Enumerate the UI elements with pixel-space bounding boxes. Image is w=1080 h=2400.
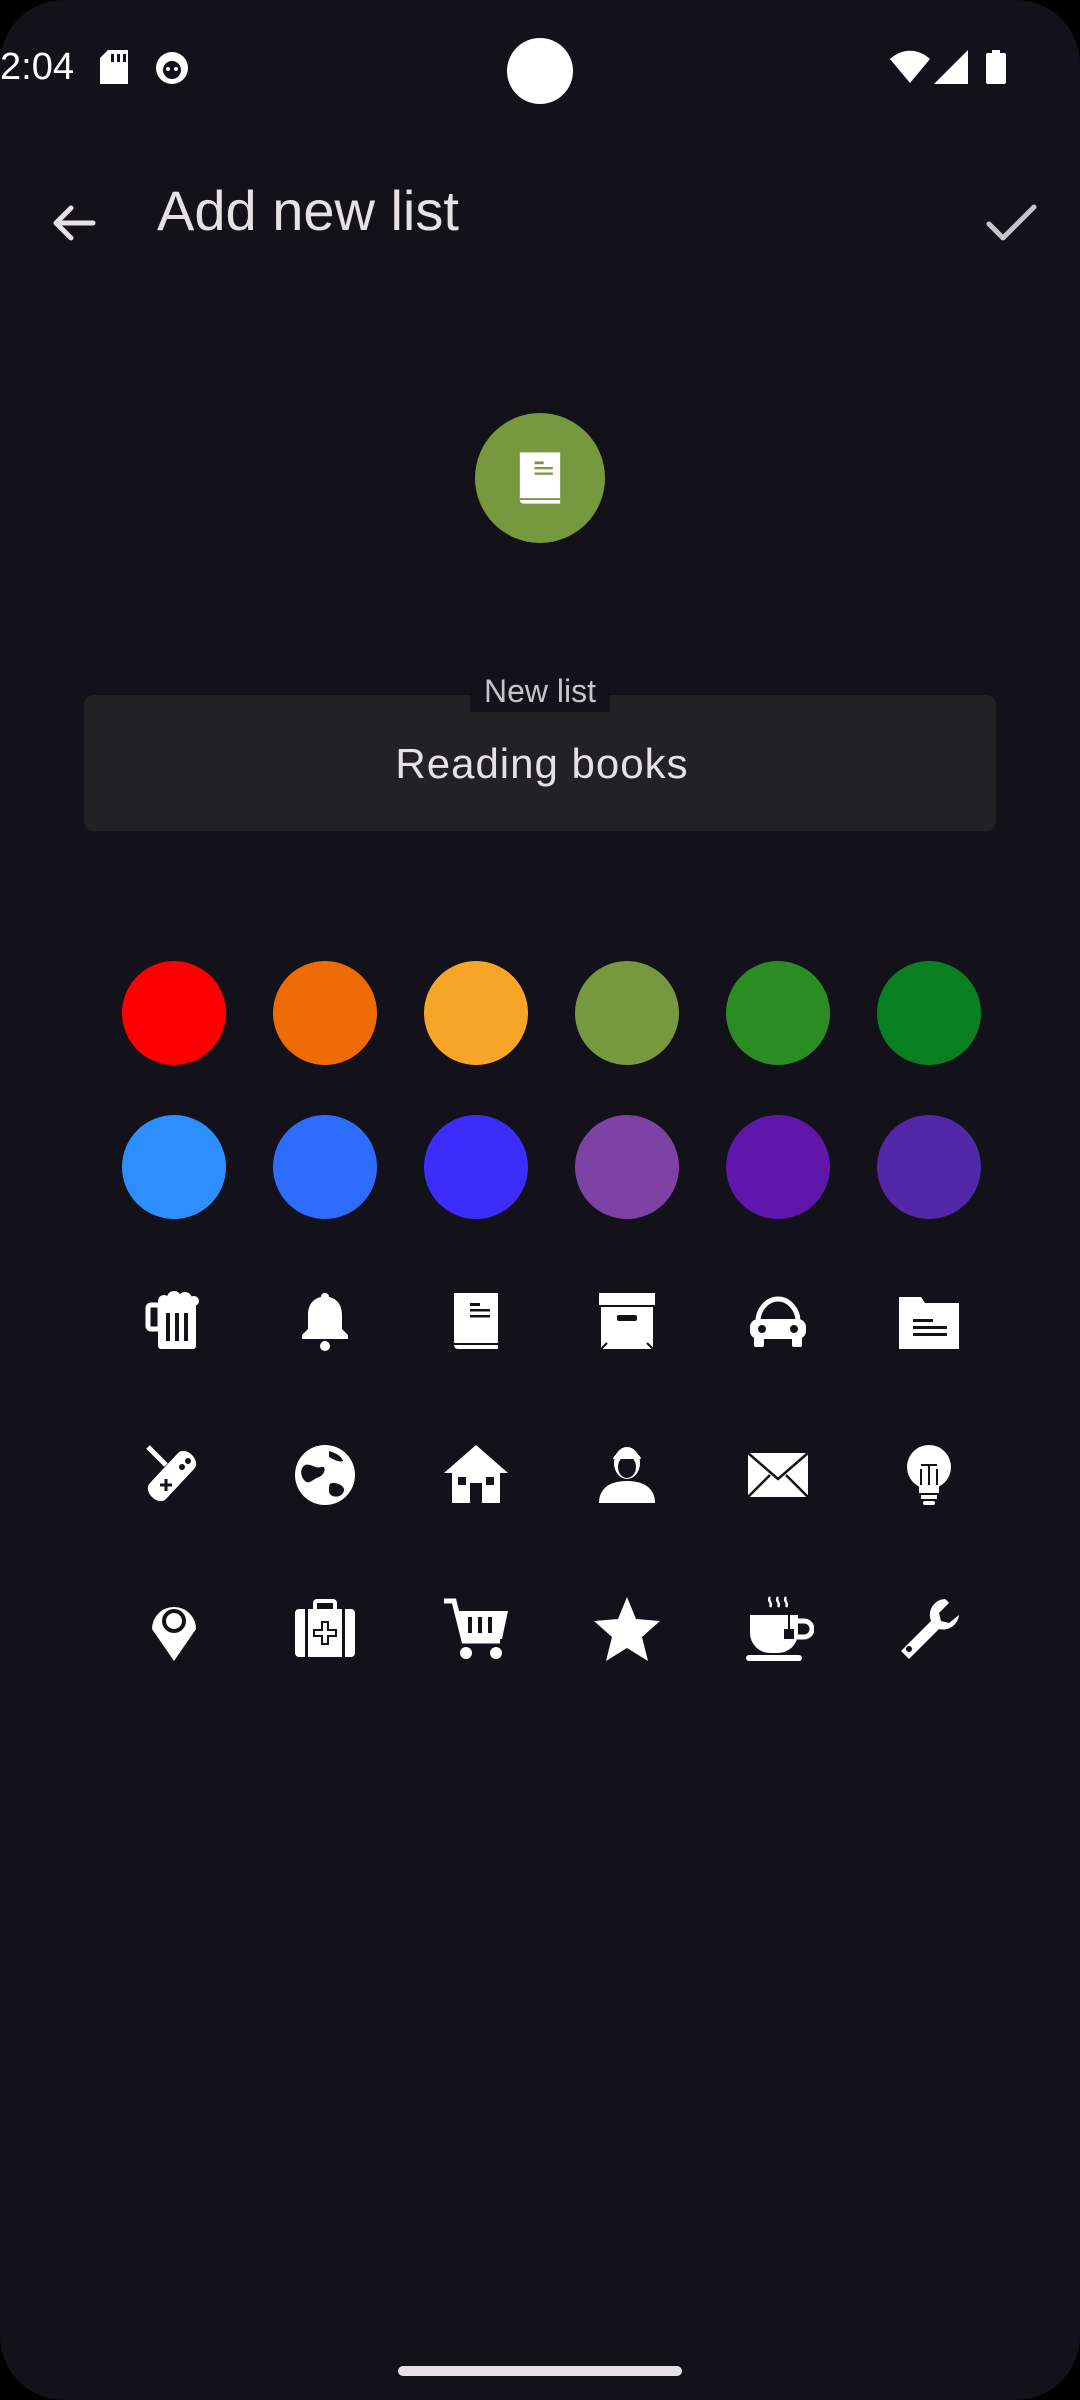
car-icon bbox=[749, 1296, 806, 1347]
icon-option[interactable] bbox=[551, 1552, 702, 1706]
icon-option[interactable] bbox=[853, 1398, 1004, 1552]
color-option[interactable] bbox=[400, 1090, 551, 1244]
sd-card-icon bbox=[100, 50, 128, 88]
color-swatch bbox=[574, 961, 679, 1065]
color-option[interactable] bbox=[98, 936, 249, 1090]
color-option[interactable] bbox=[853, 1090, 1004, 1244]
icon-option[interactable] bbox=[400, 1552, 551, 1706]
person-icon bbox=[598, 1447, 655, 1503]
color-option[interactable] bbox=[853, 936, 1004, 1090]
icon-option[interactable] bbox=[98, 1398, 249, 1552]
save-button[interactable] bbox=[968, 180, 1054, 266]
beer-icon bbox=[145, 1291, 199, 1349]
icon-option[interactable] bbox=[551, 1244, 702, 1398]
shopping-cart-icon bbox=[443, 1598, 508, 1659]
icon-option[interactable] bbox=[249, 1244, 400, 1398]
list-icon-preview bbox=[475, 413, 605, 543]
color-option[interactable] bbox=[551, 936, 702, 1090]
home-icon bbox=[443, 1445, 508, 1503]
color-swatch bbox=[876, 1115, 981, 1219]
picker-grid bbox=[98, 936, 982, 1706]
lightbulb-icon bbox=[906, 1445, 951, 1505]
folder-icon bbox=[898, 1297, 959, 1349]
color-option[interactable] bbox=[551, 1090, 702, 1244]
wrench-icon bbox=[900, 1599, 959, 1659]
color-option[interactable] bbox=[400, 936, 551, 1090]
color-option[interactable] bbox=[98, 1090, 249, 1244]
color-swatch bbox=[272, 1115, 377, 1219]
color-option[interactable] bbox=[702, 936, 853, 1090]
color-swatch bbox=[876, 961, 981, 1065]
home-indicator[interactable] bbox=[398, 2366, 682, 2376]
icon-row bbox=[98, 1398, 982, 1552]
icon-option[interactable] bbox=[702, 1552, 853, 1706]
icon-option[interactable] bbox=[249, 1552, 400, 1706]
gamepad-icon bbox=[145, 1445, 196, 1502]
status-bar: 2:04 bbox=[0, 0, 1080, 140]
color-swatch bbox=[725, 961, 830, 1065]
icon-option[interactable] bbox=[400, 1398, 551, 1552]
back-button[interactable] bbox=[30, 180, 116, 266]
app-bar: Add new list bbox=[0, 150, 1080, 280]
color-swatch bbox=[423, 961, 528, 1065]
icon-option[interactable] bbox=[249, 1398, 400, 1552]
color-option[interactable] bbox=[249, 936, 400, 1090]
book-icon bbox=[519, 452, 561, 504]
status-time: 2:04 bbox=[0, 46, 74, 88]
color-row bbox=[98, 1090, 982, 1244]
icon-option[interactable] bbox=[853, 1552, 1004, 1706]
color-option[interactable] bbox=[249, 1090, 400, 1244]
arrow-back-icon bbox=[53, 205, 96, 241]
archive-icon bbox=[598, 1293, 655, 1350]
battery-icon bbox=[986, 50, 1006, 88]
icon-option[interactable] bbox=[98, 1552, 249, 1706]
icon-option[interactable] bbox=[551, 1398, 702, 1552]
icon-row bbox=[98, 1244, 982, 1398]
cellular-signal-icon bbox=[934, 50, 968, 88]
camera-cutout bbox=[507, 38, 573, 104]
book-icon bbox=[453, 1293, 498, 1349]
color-swatch bbox=[272, 961, 377, 1065]
screen: 2:04 Add new list New list Reading books bbox=[0, 0, 1080, 2400]
color-option[interactable] bbox=[702, 1090, 853, 1244]
medical-kit-icon bbox=[294, 1599, 355, 1657]
list-name-input[interactable] bbox=[84, 695, 1000, 833]
check-icon bbox=[986, 204, 1037, 241]
icon-row bbox=[98, 1552, 982, 1706]
color-row bbox=[98, 936, 982, 1090]
android-head-icon bbox=[154, 50, 190, 90]
bell-icon bbox=[301, 1293, 348, 1351]
globe-icon bbox=[294, 1445, 355, 1505]
color-swatch bbox=[121, 1115, 226, 1219]
location-pin-icon bbox=[151, 1607, 196, 1661]
star-icon bbox=[593, 1597, 660, 1661]
icon-option[interactable] bbox=[400, 1244, 551, 1398]
icon-option[interactable] bbox=[853, 1244, 1004, 1398]
color-swatch bbox=[725, 1115, 830, 1219]
icon-option[interactable] bbox=[702, 1244, 853, 1398]
coffee-cup-icon bbox=[745, 1596, 814, 1661]
color-swatch bbox=[121, 961, 226, 1065]
icon-option[interactable] bbox=[98, 1244, 249, 1398]
icon-option[interactable] bbox=[702, 1398, 853, 1552]
mail-icon bbox=[746, 1452, 809, 1498]
color-swatch bbox=[423, 1115, 528, 1219]
page-title: Add new list bbox=[157, 179, 459, 242]
color-swatch bbox=[574, 1115, 679, 1219]
wifi-icon bbox=[890, 50, 930, 88]
